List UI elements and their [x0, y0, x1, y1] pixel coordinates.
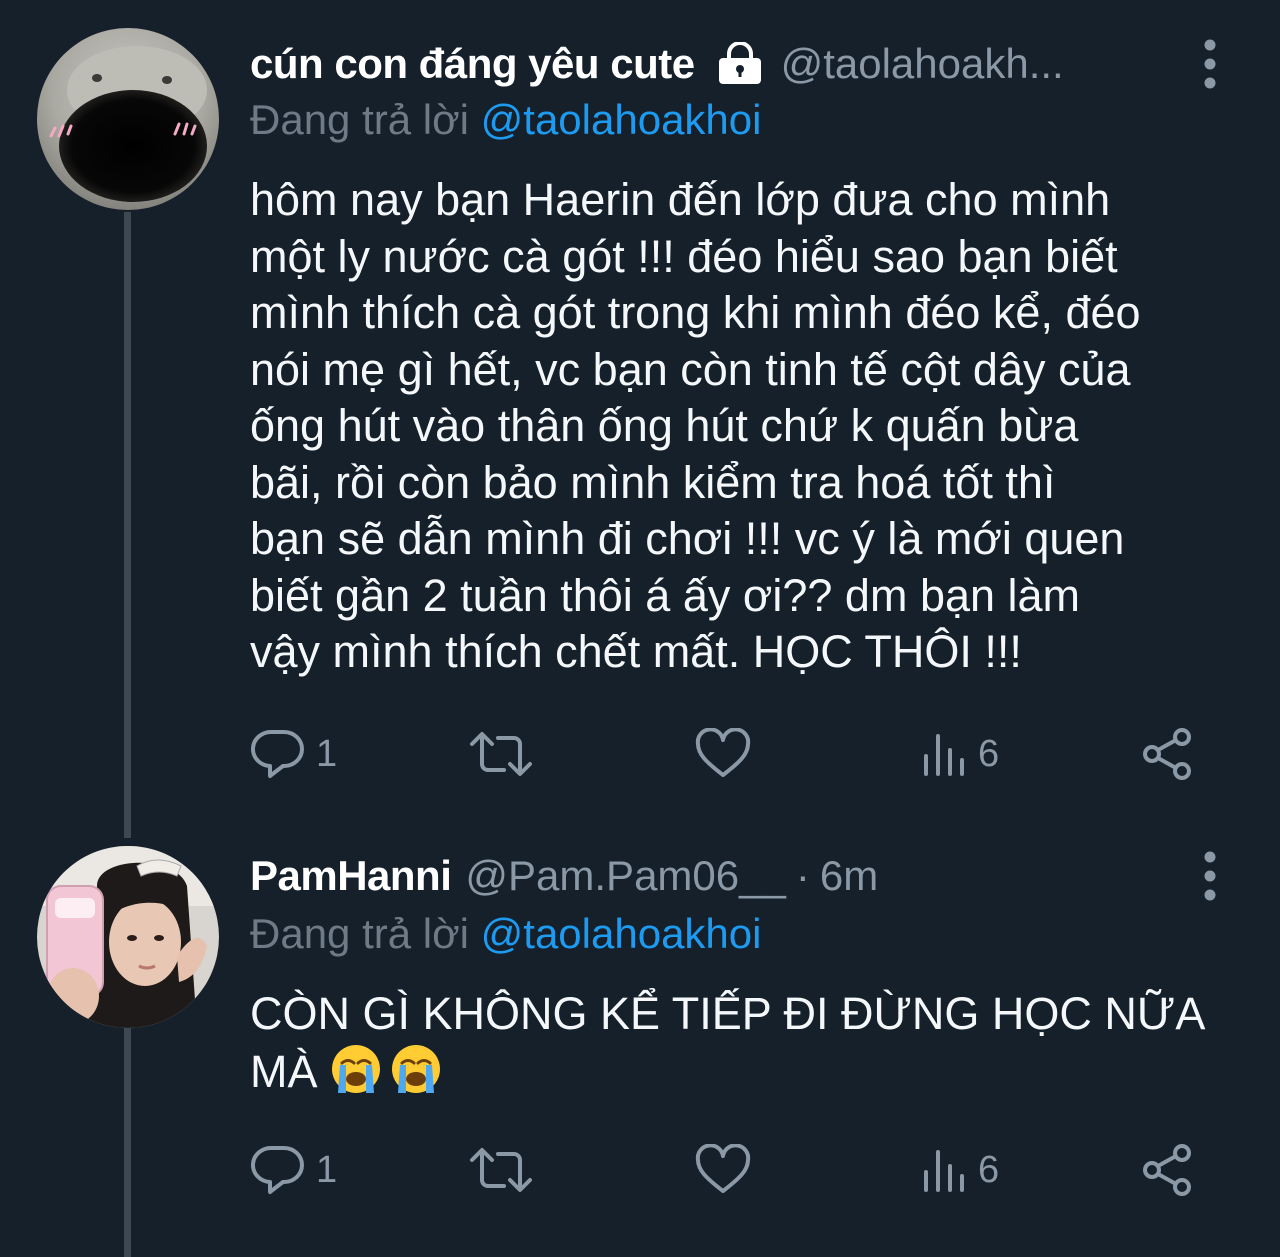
heart-icon — [695, 1144, 751, 1193]
loudly-crying-face-emoji — [392, 1044, 441, 1093]
replying-to-mention[interactable]: @taolahoakhoi — [481, 910, 762, 957]
thread-connector-line — [124, 1018, 131, 1257]
retweet-button[interactable] — [468, 1140, 544, 1200]
tweet-header: PamHanni @Pam.Pam06__ · 6m — [250, 846, 1220, 906]
retweet-icon — [470, 1148, 532, 1192]
views-button[interactable]: 6 — [920, 1140, 999, 1200]
views-button[interactable]: 6 — [920, 724, 999, 784]
replying-to-label: Đang trả lời — [250, 96, 469, 143]
views-count: 6 — [978, 732, 1000, 775]
like-button[interactable] — [694, 1140, 762, 1200]
replying-to-mention[interactable]: @taolahoakhoi — [481, 96, 762, 143]
display-name[interactable]: PamHanni — [250, 852, 452, 900]
views-icon — [924, 734, 964, 776]
more-options-icon[interactable] — [1202, 38, 1218, 90]
avatar[interactable] — [37, 28, 219, 210]
reply-count: 1 — [316, 1148, 338, 1191]
reply-button[interactable]: 1 — [250, 724, 337, 784]
share-icon — [1143, 728, 1191, 780]
reply-icon — [250, 1145, 304, 1194]
thread-connector-line — [124, 212, 131, 838]
share-button[interactable] — [1140, 724, 1196, 784]
tweet[interactable]: cún con đáng yêu cute @taolahoakh... Đan… — [0, 0, 1280, 840]
tweet-text: hôm nay bạn Haerin đến lớp đưa cho mình … — [250, 174, 1141, 677]
like-button[interactable] — [694, 724, 762, 784]
seal-avatar-image — [37, 28, 219, 210]
profile-photo-image — [37, 846, 219, 1028]
tweet-actions: 1 6 — [250, 724, 1210, 784]
reply-count: 1 — [316, 732, 338, 775]
time-separator: · — [795, 852, 810, 899]
tweet-text: CÒN GÌ KHÔNG KỂ TIẾP ĐI ĐỪNG HỌC NỮA MÀ — [250, 986, 1240, 1100]
share-icon — [1143, 1144, 1191, 1196]
tweet[interactable]: PamHanni @Pam.Pam06__ · 6m Đang trả lời … — [0, 840, 1280, 1257]
share-button[interactable] — [1140, 1140, 1196, 1200]
retweet-button[interactable] — [468, 724, 544, 784]
tweet-header: cún con đáng yêu cute @taolahoakh... — [250, 34, 1220, 94]
user-handle[interactable]: @taolahoakh... — [781, 40, 1064, 88]
retweet-icon — [470, 732, 532, 776]
replying-to: Đang trả lời @taolahoakhoi — [250, 96, 761, 144]
loudly-crying-face-emoji — [332, 1044, 381, 1093]
avatar[interactable] — [37, 846, 219, 1028]
replying-to-label: Đang trả lời — [250, 910, 469, 957]
display-name[interactable]: cún con đáng yêu cute — [250, 40, 695, 88]
views-icon — [924, 1150, 964, 1192]
user-handle[interactable]: @Pam.Pam06__ — [465, 852, 785, 900]
replying-to: Đang trả lời @taolahoakhoi — [250, 910, 761, 958]
reply-button[interactable]: 1 — [250, 1140, 337, 1200]
lock-icon — [718, 42, 761, 84]
tweet-actions: 1 6 — [250, 1140, 1210, 1200]
more-options-icon[interactable] — [1202, 850, 1218, 902]
reply-icon — [250, 729, 304, 778]
views-count: 6 — [978, 1148, 1000, 1191]
heart-icon — [695, 728, 751, 777]
tweet-time[interactable]: 6m — [820, 852, 878, 900]
